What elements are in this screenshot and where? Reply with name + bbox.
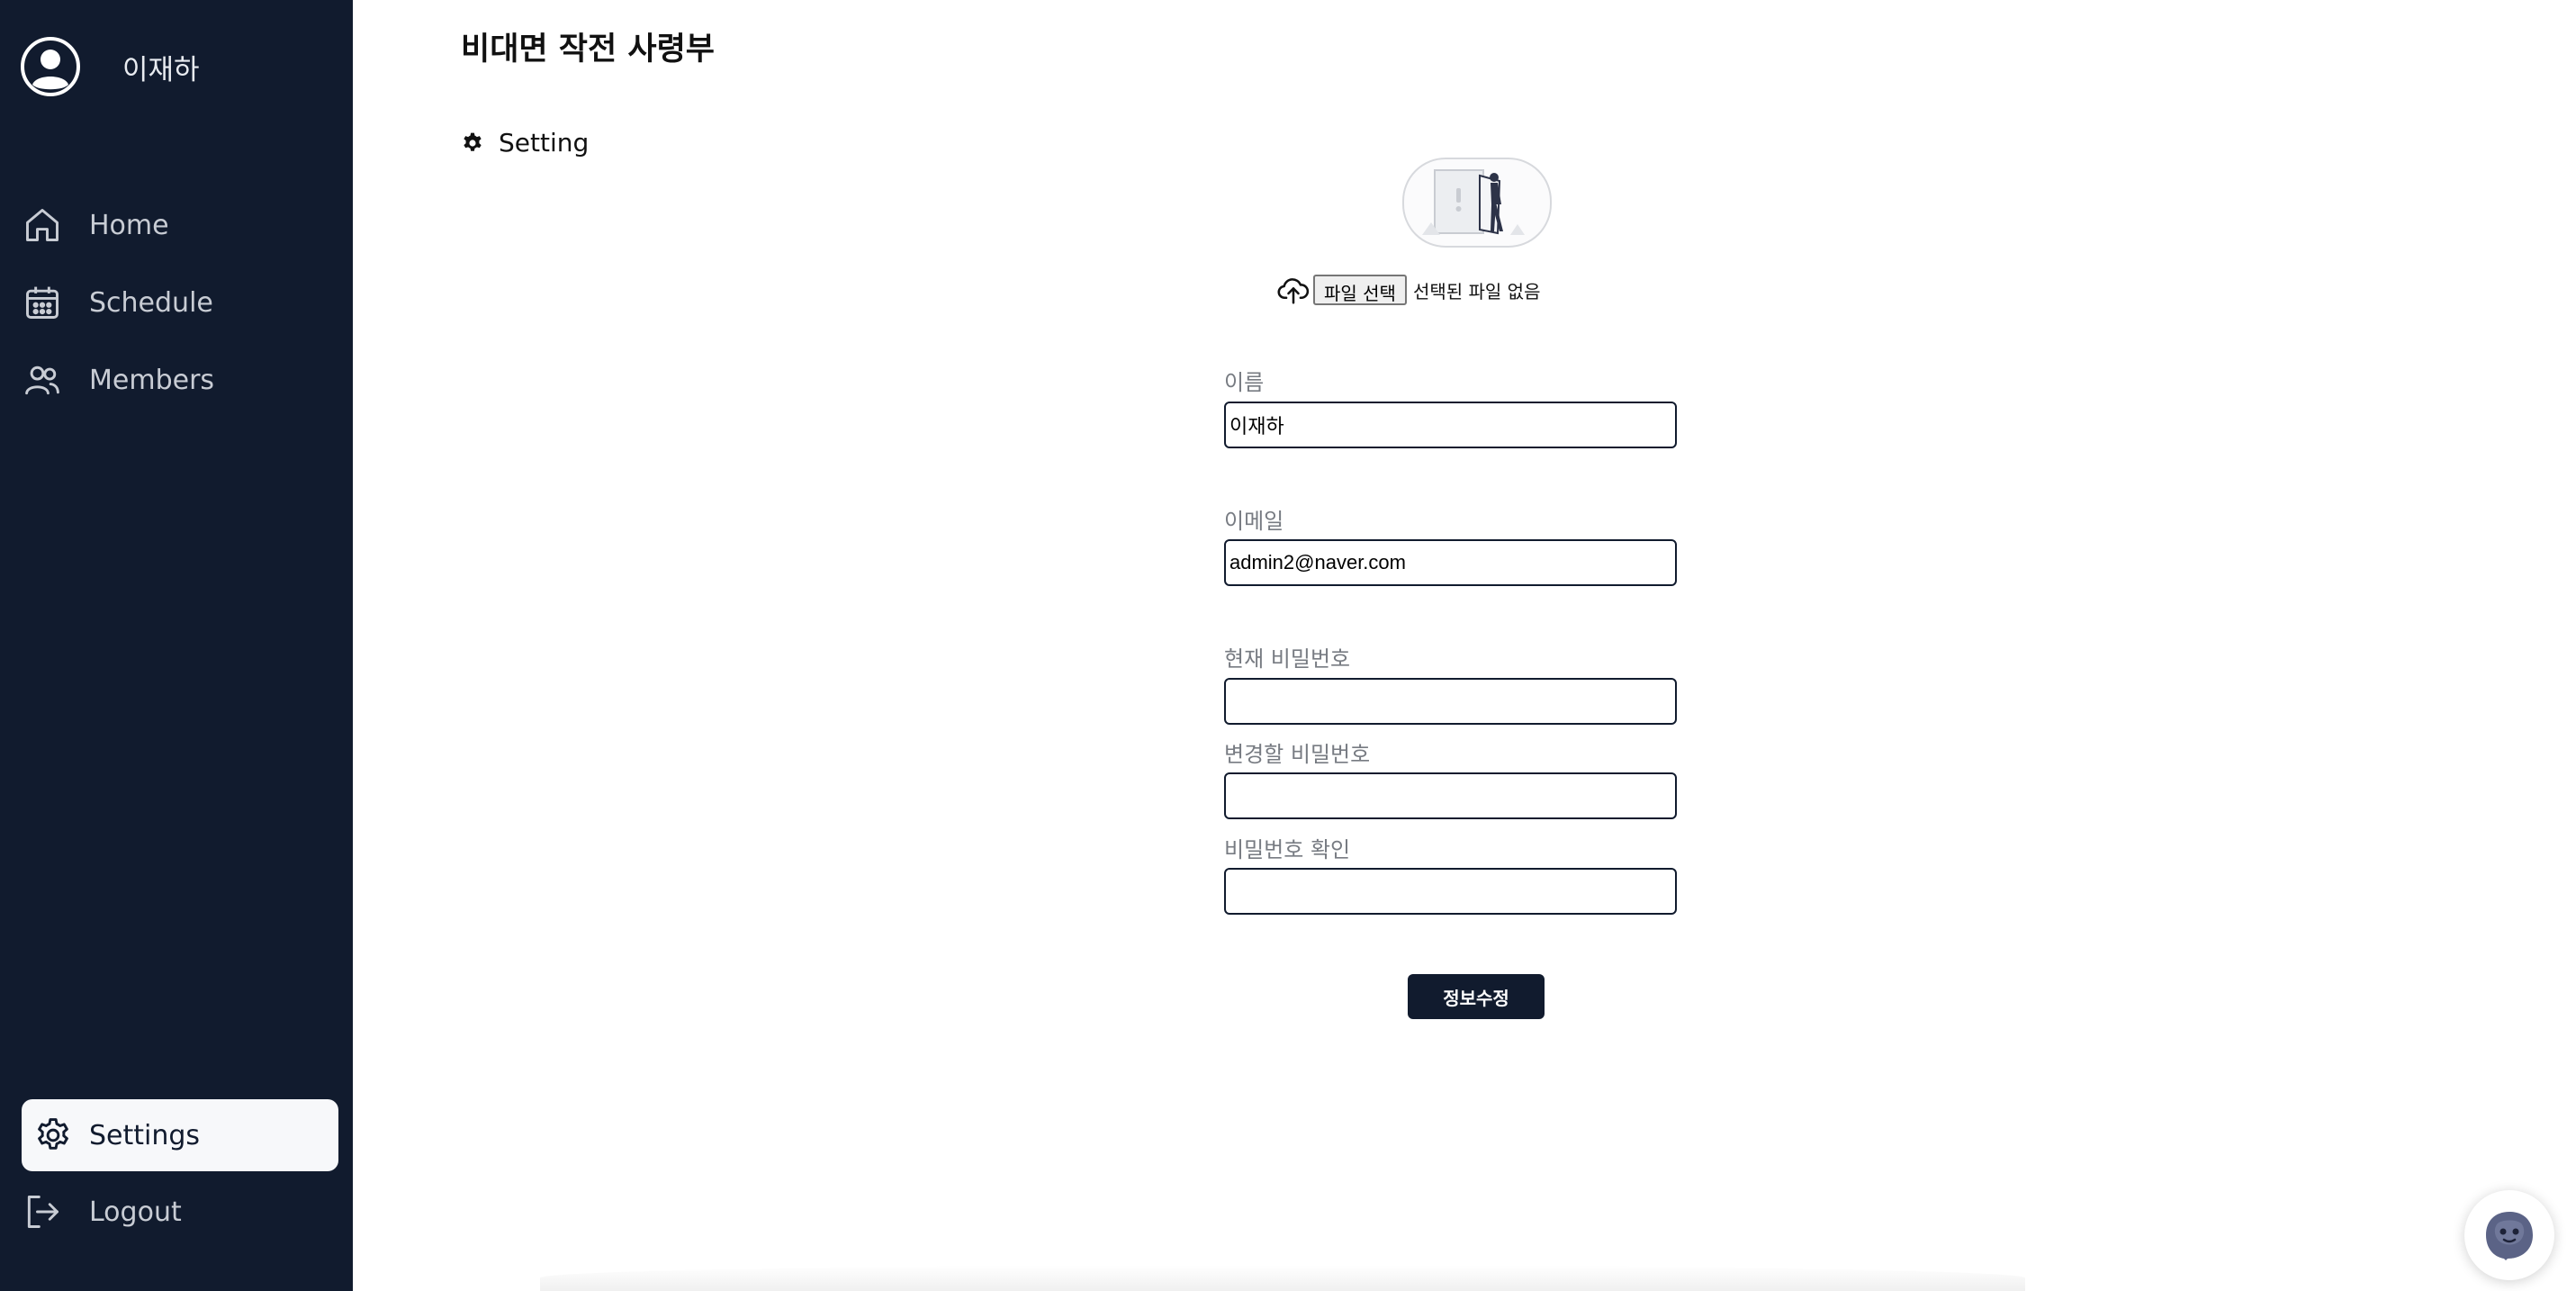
- chat-button[interactable]: [2464, 1190, 2554, 1280]
- sidebar-item-label: Settings: [89, 1119, 201, 1151]
- name-label: 이름: [1224, 370, 1265, 395]
- calendar-icon: [22, 282, 63, 323]
- current-password-field[interactable]: [1224, 678, 1677, 725]
- gear-icon: [464, 132, 482, 151]
- confirm-password-label: 비밀번호 확인: [1224, 837, 1351, 862]
- confirm-password-field[interactable]: [1224, 868, 1677, 915]
- user-avatar-icon: [21, 37, 80, 96]
- sidebar-item-label: Home: [89, 209, 169, 241]
- section-header: Setting: [461, 128, 589, 158]
- new-password-field[interactable]: [1224, 772, 1677, 819]
- new-password-label: 변경할 비밀번호: [1224, 742, 1371, 767]
- sidebar-item-schedule[interactable]: Schedule: [22, 270, 338, 335]
- page-title: 비대면 작전 사령부: [461, 32, 715, 68]
- profile-illustration: [1422, 169, 1525, 235]
- name-field[interactable]: [1224, 402, 1677, 448]
- update-info-button[interactable]: 정보수정: [1408, 974, 1545, 1019]
- sidebar-item-settings[interactable]: Settings: [22, 1099, 338, 1171]
- sidebar: 이재하 Home Schedule Members Settings Logou…: [0, 0, 353, 1291]
- user-name: 이재하: [122, 54, 200, 86]
- sidebar-item-home[interactable]: Home: [22, 193, 338, 257]
- user-profile: 이재하: [20, 36, 200, 97]
- chat-bot-icon: [2486, 1212, 2533, 1260]
- email-field[interactable]: [1224, 539, 1677, 586]
- logout-icon: [22, 1191, 63, 1232]
- sidebar-item-logout[interactable]: Logout: [22, 1179, 338, 1244]
- cloud-upload-icon[interactable]: [1276, 273, 1311, 307]
- sidebar-item-label: Logout: [89, 1196, 182, 1228]
- sidebar-item-label: Schedule: [89, 286, 213, 319]
- sidebar-item-label: Members: [89, 364, 215, 396]
- gear-icon: [32, 1115, 74, 1156]
- section-title: Setting: [499, 128, 590, 158]
- users-icon: [22, 359, 63, 401]
- email-label: 이메일: [1224, 509, 1284, 534]
- current-password-label: 현재 비밀번호: [1224, 646, 1351, 672]
- app: 이재하 Home Schedule Members Settings Logou…: [0, 0, 2576, 1291]
- profile-image: [1402, 158, 1552, 248]
- sidebar-item-members[interactable]: Members: [22, 348, 338, 412]
- home-icon: [22, 204, 63, 246]
- file-status-text: 선택된 파일 없음: [1412, 280, 1541, 302]
- file-select-button[interactable]: 파일 선택: [1313, 275, 1407, 305]
- profile-image-upload: 파일 선택 선택된 파일 없음: [1276, 272, 1540, 308]
- bottom-shadow: [540, 1265, 2025, 1291]
